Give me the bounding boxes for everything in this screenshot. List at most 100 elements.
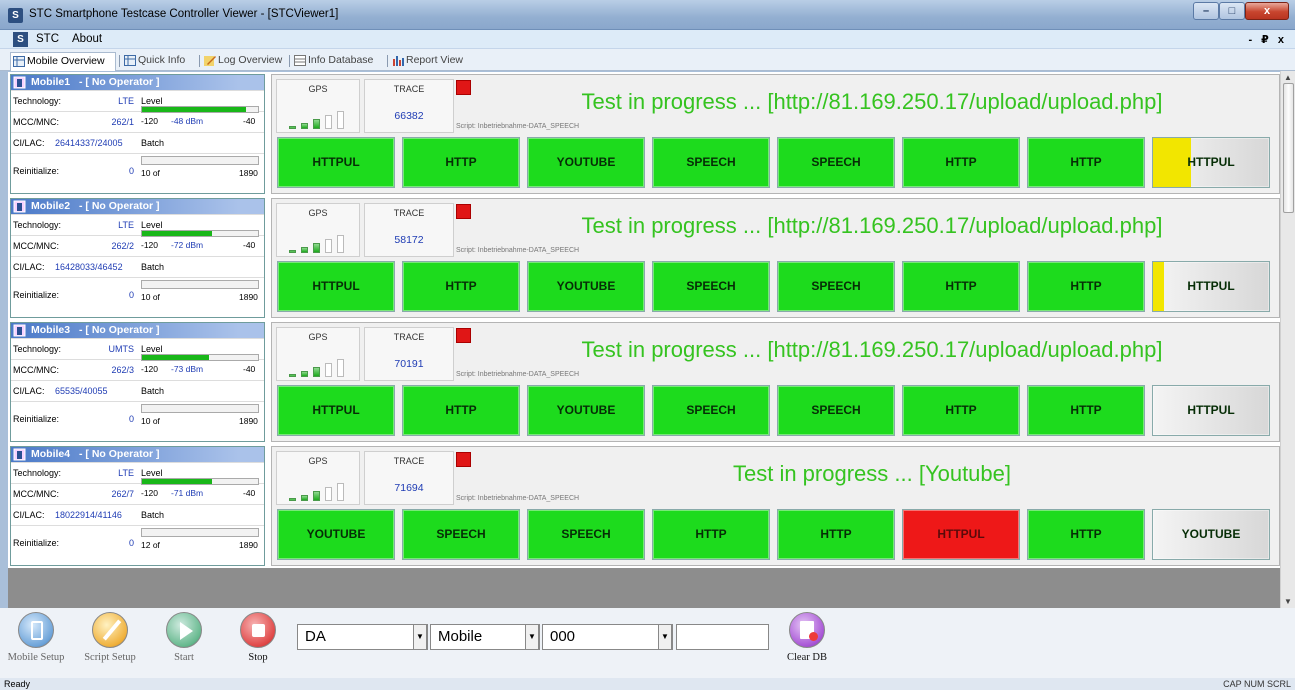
test-step-label: HTTP — [695, 527, 727, 541]
mcc-label: MCC/MNC: — [13, 489, 59, 499]
test-step-button[interactable]: HTTP — [902, 261, 1020, 312]
cilac-row: CI/LAC: 16428033/46452 Batch — [11, 256, 264, 277]
stop-button[interactable]: Stop — [226, 612, 290, 672]
batch-label: Batch — [141, 386, 165, 396]
technology-label: Technology: — [13, 468, 62, 478]
stc-menu-icon[interactable]: S — [13, 32, 28, 47]
test-step-button[interactable]: HTTP — [1027, 509, 1145, 560]
test-step-button[interactable]: HTTPUL — [277, 385, 395, 436]
menu-item-about[interactable]: About — [72, 33, 102, 45]
test-step-button[interactable]: HTTP — [652, 509, 770, 560]
reinit-label: Reinitialize: — [13, 538, 60, 548]
level-dbm: -72 dBm — [171, 240, 204, 250]
test-step-button[interactable]: HTTP — [1027, 385, 1145, 436]
test-step-button[interactable]: YOUTUBE — [1152, 509, 1270, 560]
level-label: Level — [141, 220, 163, 230]
test-step-label: SPEECH — [811, 279, 861, 293]
start-button[interactable]: Start — [152, 612, 216, 672]
test-step-label: HTTPUL — [1187, 403, 1235, 417]
mobile-header[interactable]: Mobile3 - [ No Operator ] — [11, 323, 264, 338]
test-step-button[interactable]: SPEECH — [652, 385, 770, 436]
test-step-button[interactable]: HTTPUL — [277, 261, 395, 312]
mcc-row: MCC/MNC: 262/1 -120 -48 dBm -40 — [11, 106, 264, 132]
reinit-value: 0 — [128, 414, 134, 424]
test-step-button[interactable]: HTTPUL — [277, 137, 395, 188]
tab-info-database[interactable]: Info Database — [292, 52, 373, 71]
test-step-button[interactable]: HTTP — [777, 509, 895, 560]
mobile-header[interactable]: Mobile4 - [ No Operator ] — [11, 447, 264, 462]
signal-bar — [337, 483, 344, 501]
vertical-scrollbar[interactable]: ▲ ▼ — [1280, 71, 1295, 609]
minimize-button[interactable]: – — [1193, 2, 1219, 20]
scroll-down-icon[interactable]: ▼ — [1284, 597, 1292, 606]
test-step-button[interactable]: YOUTUBE — [277, 509, 395, 560]
trace-label: TRACE — [393, 456, 425, 466]
signal-bar — [337, 235, 344, 253]
technology-value: LTE — [118, 220, 134, 230]
test-step-button[interactable]: HTTP — [402, 137, 520, 188]
test-step-button[interactable]: HTTP — [902, 385, 1020, 436]
mobile-setup-button[interactable]: Mobile Setup — [4, 612, 68, 672]
combo-number[interactable]: 000 ▼ — [542, 624, 673, 650]
technology-label: Technology: — [13, 220, 62, 230]
chevron-down-icon[interactable]: ▼ — [658, 624, 672, 650]
level-label: Level — [141, 468, 163, 478]
mobile-header[interactable]: Mobile1 - [ No Operator ] — [11, 75, 264, 90]
test-step-button[interactable]: SPEECH — [527, 509, 645, 560]
mobile-header[interactable]: Mobile2 - [ No Operator ] — [11, 199, 264, 214]
script-name: Script: Inbetriebnahme-DATA_SPEECH — [456, 371, 580, 378]
test-step-button[interactable]: HTTP — [402, 261, 520, 312]
script-setup-button[interactable]: Script Setup — [78, 612, 142, 672]
test-step-button[interactable]: YOUTUBE — [527, 385, 645, 436]
tab-report-view[interactable]: Report View — [390, 52, 463, 71]
test-step-button[interactable]: HTTPUL — [1152, 261, 1270, 312]
chevron-down-icon[interactable]: ▼ — [413, 624, 427, 650]
tab-mobile-overview[interactable]: Mobile Overview — [10, 52, 116, 71]
scroll-thumb[interactable] — [1283, 83, 1294, 213]
menu-item-stc[interactable]: STC — [36, 33, 59, 45]
test-step-button[interactable]: HTTPUL — [1152, 385, 1270, 436]
chevron-down-icon[interactable]: ▼ — [525, 624, 539, 650]
test-step-button[interactable]: HTTP — [1027, 137, 1145, 188]
test-step-label: SPEECH — [686, 403, 736, 417]
test-status-text: Test in progress ... [Youtube] — [732, 461, 1012, 486]
test-step-button[interactable]: YOUTUBE — [527, 137, 645, 188]
mcc-row: MCC/MNC: 262/7 -120 -71 dBm -40 — [11, 478, 264, 504]
pencil-icon — [204, 56, 216, 66]
menu-bar: S STC About - ₽ x — [0, 30, 1295, 49]
start-label: Start — [174, 652, 194, 663]
test-step-label: HTTPUL — [1187, 279, 1235, 293]
reinit-value: 0 — [128, 290, 134, 300]
test-step-button[interactable]: HTTPUL — [902, 509, 1020, 560]
trace-box: TRACE 58172 — [364, 203, 454, 257]
test-step-button[interactable]: HTTPUL — [1152, 137, 1270, 188]
tab-quick-info[interactable]: Quick Info — [122, 52, 185, 71]
test-step-button[interactable]: SPEECH — [777, 261, 895, 312]
level-scale-max: -40 — [243, 116, 256, 126]
view-tabs: Mobile Overview Quick Info Log Overview … — [0, 49, 1295, 71]
maximize-button[interactable]: □ — [1219, 2, 1245, 20]
level-scale-min: -120 — [141, 240, 159, 250]
status-bar: Ready CAP NUM SCRL — [0, 678, 1295, 690]
test-step-button[interactable]: SPEECH — [777, 385, 895, 436]
test-step-button[interactable]: YOUTUBE — [527, 261, 645, 312]
record-indicator — [456, 452, 471, 467]
scroll-up-icon[interactable]: ▲ — [1284, 73, 1292, 82]
test-step-button[interactable]: HTTP — [902, 137, 1020, 188]
test-step-button[interactable]: SPEECH — [652, 137, 770, 188]
combo-da[interactable]: DA ▼ — [297, 624, 428, 650]
test-step-button[interactable]: SPEECH — [777, 137, 895, 188]
test-step-button[interactable]: HTTP — [402, 385, 520, 436]
tab-log-overview[interactable]: Log Overview — [202, 52, 282, 71]
text-input[interactable] — [676, 624, 769, 650]
test-step-button[interactable]: SPEECH — [402, 509, 520, 560]
test-step-button[interactable]: HTTP — [1027, 261, 1145, 312]
test-step-button[interactable]: SPEECH — [652, 261, 770, 312]
combo-mobile[interactable]: Mobile ▼ — [430, 624, 540, 650]
mdi-window-controls[interactable]: - ₽ x — [1248, 33, 1287, 46]
clear-db-button[interactable]: Clear DB — [775, 612, 839, 672]
close-button[interactable]: x — [1245, 2, 1289, 20]
level-scale-min: -120 — [141, 364, 159, 374]
signal-bar — [301, 371, 308, 377]
signal-bar — [313, 243, 320, 253]
